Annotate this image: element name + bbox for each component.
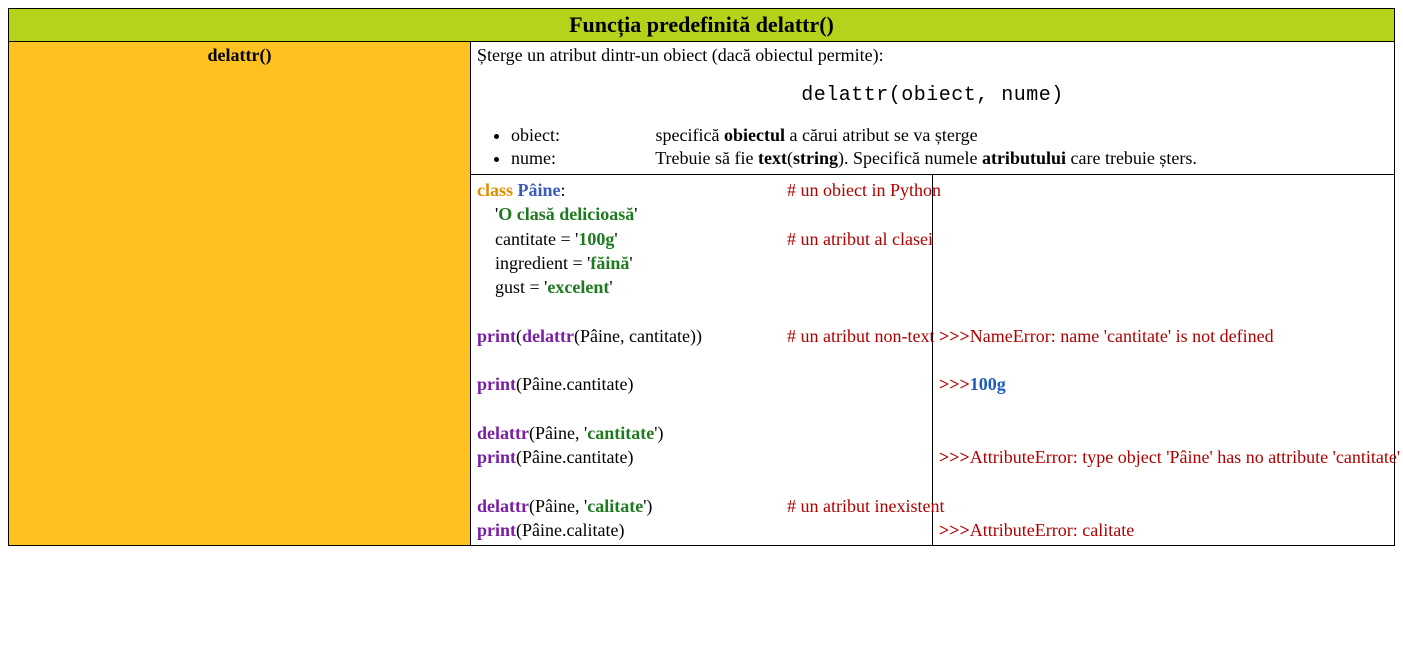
parameter-list: obiect: specifică obiectul a cărui atrib…	[511, 125, 1388, 171]
param-nume-bold1: text	[758, 148, 787, 168]
out-blank-5	[939, 275, 1388, 299]
param-nume-bold2: string	[793, 148, 838, 168]
code-line-1: class Pâine:# un obiect in Python	[477, 178, 926, 202]
table-header: Funcția predefinită delattr()	[9, 9, 1395, 42]
code-line-14: delattr(Pâine, 'calitate')# un atribut i…	[477, 494, 926, 518]
code-line-11: delattr(Pâine, 'cantitate')	[477, 421, 926, 445]
param-nume-pre: Trebuie să fie	[655, 148, 758, 168]
out-blank-11	[939, 421, 1388, 445]
out-blank-10	[939, 397, 1388, 421]
out-blank-8	[939, 348, 1388, 372]
sidebar-label: delattr()	[208, 45, 272, 65]
code-blank-10	[477, 397, 926, 421]
code-line-15: print(Pâine.calitate)	[477, 518, 926, 542]
out-blank-1	[939, 178, 1388, 202]
out-blank-13	[939, 470, 1388, 494]
out-line-7: >>>NameError: name 'cantitate' is not de…	[939, 324, 1388, 348]
description-intro: Șterge un atribut dintr-un obiect (dacă …	[477, 45, 1388, 66]
param-nume: nume: Trebuie să fie text(string). Speci…	[511, 148, 1388, 171]
out-line-9: >>>100g	[939, 372, 1388, 396]
code-blank-6	[477, 299, 926, 323]
param-obiect-pre: specifică	[656, 125, 724, 145]
out-line-15: >>>AttributeError: calitate	[939, 518, 1388, 542]
param-obiect-name: obiect:	[511, 125, 651, 146]
out-blank-2	[939, 202, 1388, 226]
out-blank-14	[939, 494, 1388, 518]
out-blank-6	[939, 299, 1388, 323]
out-blank-4	[939, 251, 1388, 275]
param-obiect: obiect: specifică obiectul a cărui atrib…	[511, 125, 1388, 148]
description-cell: Șterge un atribut dintr-un obiect (dacă …	[471, 42, 1395, 175]
code-line-7: print(delattr(Pâine, cantitate))# un atr…	[477, 324, 926, 348]
code-line-5: gust = 'excelent'	[477, 275, 926, 299]
param-nume-name: nume:	[511, 148, 651, 169]
out-line-12: >>>AttributeError: type object 'Pâine' h…	[939, 445, 1388, 469]
code-line-3: cantitate = '100g'# un atribut al clasei	[477, 227, 926, 251]
sidebar-function-name: delattr()	[9, 42, 471, 546]
param-obiect-bold: obiectul	[724, 125, 785, 145]
code-blank-13	[477, 470, 926, 494]
param-nume-bold3: atributului	[982, 148, 1066, 168]
header-title: Funcția predefinită delattr()	[569, 12, 834, 37]
param-obiect-post: a cărui atribut se va șterge	[785, 125, 978, 145]
delattr-reference-table: Funcția predefinită delattr() delattr() …	[8, 8, 1395, 546]
code-line-12: print(Pâine.cantitate)	[477, 445, 926, 469]
param-nume-post: care trebuie șters.	[1066, 148, 1197, 168]
code-line-9: print(Pâine.cantitate)	[477, 372, 926, 396]
code-line-4: ingredient = 'făină'	[477, 251, 926, 275]
output-cell: >>>NameError: name 'cantitate' is not de…	[933, 175, 1395, 546]
syntax-signature: delattr(obiect, nume)	[477, 84, 1388, 107]
param-nume-mid2: ). Specifică numele	[838, 148, 982, 168]
code-blank-8	[477, 348, 926, 372]
code-example-cell: class Pâine:# un obiect in Python 'O cla…	[471, 175, 933, 546]
code-line-2: 'O clasă delicioasă'	[477, 202, 926, 226]
out-blank-3	[939, 227, 1388, 251]
